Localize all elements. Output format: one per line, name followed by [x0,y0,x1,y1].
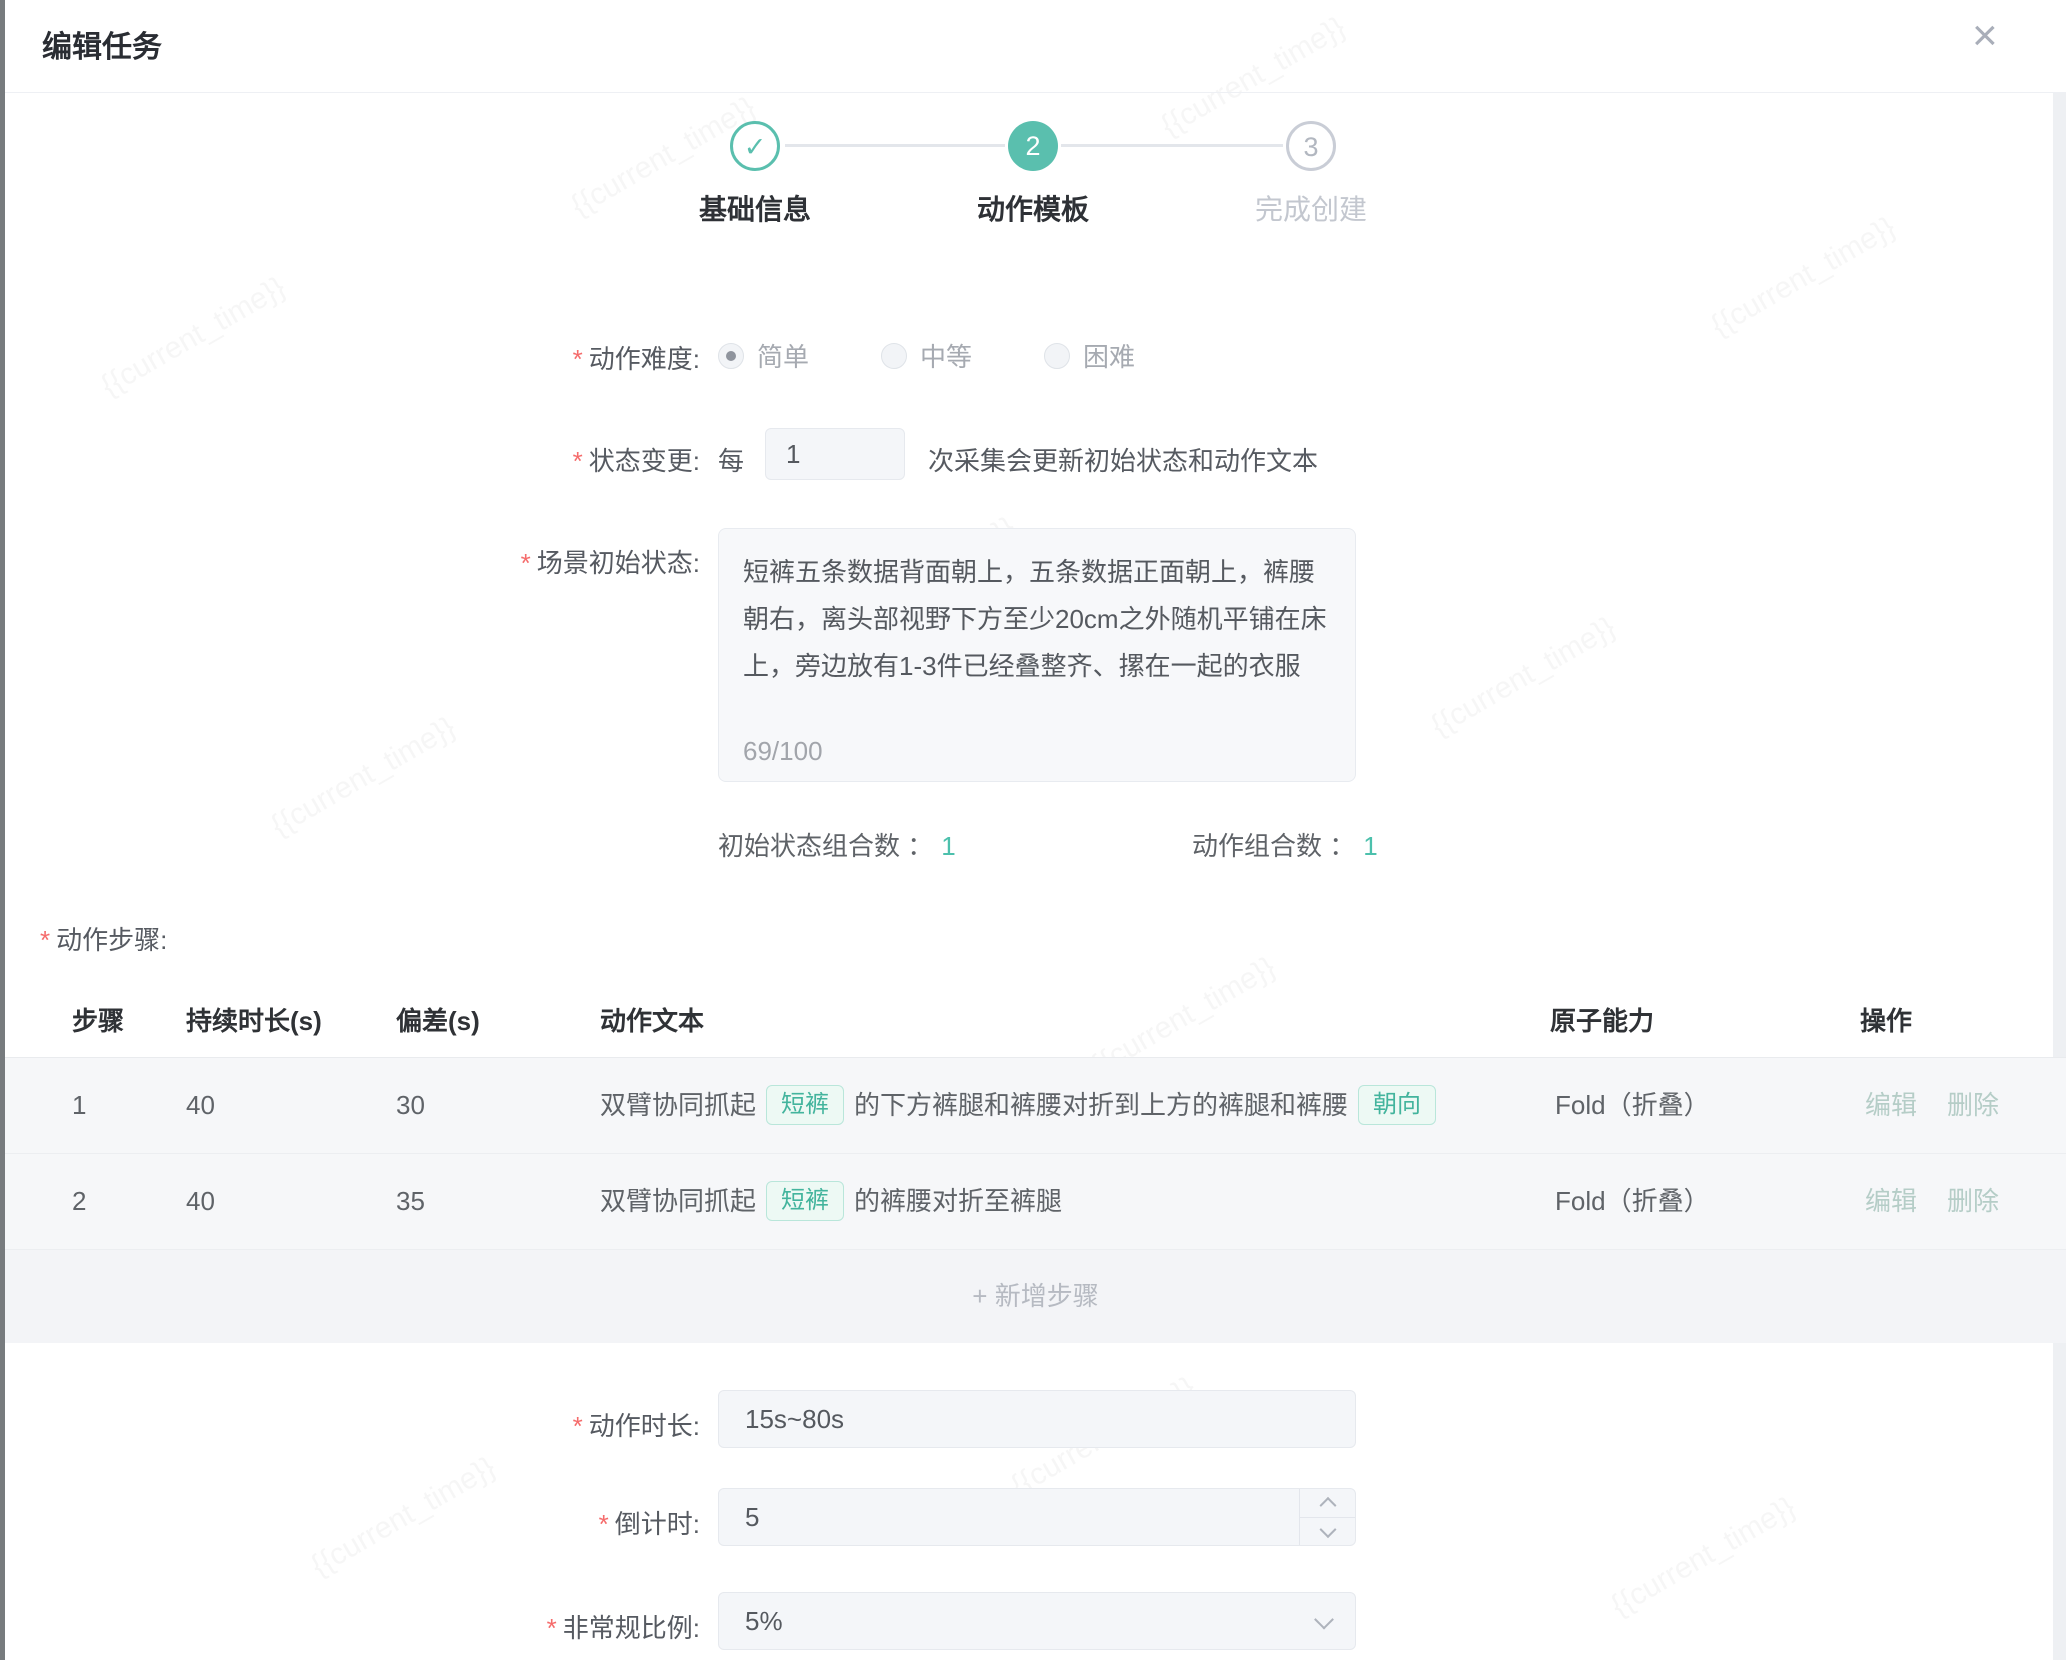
col-header-text: 动作文本 [600,985,704,1058]
chevron-up-icon [1319,1497,1336,1514]
decrement-button[interactable] [1300,1517,1355,1545]
cell-step: 1 [72,1058,86,1153]
header-divider [5,92,2066,93]
unusual-ratio-value: 5% [745,1606,783,1636]
page-left-edge [0,0,5,1660]
step-connector [785,144,1005,147]
cell-ability: Fold（折叠） [1555,1154,1710,1249]
initial-state-text: 短裤五条数据背面朝上，五条数据正面朝上，裤腰朝右，离头部视野下方至少20cm之外… [743,549,1333,690]
initial-state-textarea[interactable]: 短裤五条数据背面朝上，五条数据正面朝上，裤腰朝右，离头部视野下方至少20cm之外… [718,528,1356,782]
delete-link[interactable]: 删除 [1947,1186,1999,1216]
state-change-prefix: 每 [718,441,744,478]
table-row: 1 40 30 双臂协同抓起短裤的下方裤腿和裤腰对折到上方的裤腿和裤腰朝向 Fo… [5,1058,2066,1154]
orientation-tag: 朝向 [1358,1085,1436,1125]
radio-label: 中等 [920,337,972,374]
cell-action-text: 双臂协同抓起短裤的裤腰对折至裤腿 [600,1154,1062,1249]
cell-duration: 40 [186,1058,215,1153]
initial-combo-value: 1 [941,831,955,861]
duration-input[interactable]: 15s~80s [718,1390,1356,1448]
close-icon[interactable]: × [1972,14,1998,58]
radio-icon [1044,343,1070,369]
chevron-down-icon [1314,1610,1334,1630]
difficulty-label: *动作难度: [280,339,700,376]
radio-icon [718,343,744,369]
state-change-label: *状态变更: [280,441,700,478]
required-mark: * [521,548,531,578]
cell-ability: Fold（折叠） [1555,1058,1710,1153]
col-header-step: 步骤 [72,985,124,1058]
step-2-circle[interactable]: 2 [1008,121,1058,171]
dialog-scrollbar[interactable] [2053,93,2066,1660]
countdown-input[interactable]: 5 [718,1488,1356,1546]
edit-link[interactable]: 编辑 [1865,1186,1917,1216]
radio-option-hard[interactable]: 困难 [1044,337,1135,374]
step-3-circle[interactable]: 3 [1286,121,1336,171]
watermark-text: {{current_time}} [265,711,461,844]
required-mark: * [547,1613,557,1643]
cell-deviation: 30 [396,1058,425,1153]
edit-link[interactable]: 编辑 [1865,1090,1917,1120]
add-step-button[interactable]: + 新增步骤 [5,1250,2066,1343]
required-mark: * [573,1411,583,1441]
dialog-title: 编辑任务 [42,22,162,66]
col-header-duration: 持续时长(s) [186,985,322,1058]
step-2-number: 2 [1025,131,1040,161]
delete-link[interactable]: 删除 [1947,1090,1999,1120]
radio-option-easy[interactable]: 简单 [718,337,809,374]
action-combo-value: 1 [1363,831,1377,861]
action-steps-label: *动作步骤: [40,920,167,957]
object-tag: 短裤 [766,1085,844,1125]
radio-label: 困难 [1083,337,1135,374]
watermark-text: {{current_time}} [1605,1491,1801,1624]
watermark-text: {{current_time}} [95,271,291,404]
unusual-ratio-label: *非常规比例: [280,1608,700,1645]
cell-actions: 编辑删除 [1865,1058,1999,1153]
watermark-text: {{current_time}} [1425,611,1621,744]
radio-icon [881,343,907,369]
check-icon: ✓ [744,132,767,162]
state-change-input[interactable]: 1 [765,428,905,480]
radio-label: 简单 [757,337,809,374]
step-connector [1061,144,1283,147]
col-header-actions: 操作 [1860,985,1912,1058]
difficulty-radio-group: 简单 中等 困难 [718,337,1207,374]
action-combo-count: 动作组合数 ：1 [1192,826,1378,863]
cell-actions: 编辑删除 [1865,1154,1999,1249]
required-mark: * [573,446,583,476]
step-2-label: 动作模板 [913,188,1153,228]
required-mark: * [599,1509,609,1539]
countdown-label: *倒计时: [280,1504,700,1541]
required-mark: * [40,925,50,955]
step-1-label: 基础信息 [635,188,875,228]
object-tag: 短裤 [766,1181,844,1221]
table-row: 2 40 35 双臂协同抓起短裤的裤腰对折至裤腿 Fold（折叠） 编辑删除 [5,1154,2066,1250]
step-3-number: 3 [1303,132,1318,162]
watermark-text: {{current_time}} [1705,211,1901,344]
initial-combo-count: 初始状态组合数 ：1 [718,826,956,863]
step-1-circle[interactable]: ✓ [730,121,780,171]
unusual-ratio-select[interactable]: 5% [718,1592,1356,1650]
cell-deviation: 35 [396,1154,425,1249]
chevron-down-icon [1319,1521,1336,1538]
cell-step: 2 [72,1154,86,1249]
col-header-deviation: 偏差(s) [396,985,480,1058]
number-stepper [1299,1489,1355,1545]
required-mark: * [573,344,583,374]
char-counter: 69/100 [743,736,823,767]
radio-option-medium[interactable]: 中等 [881,337,972,374]
increment-button[interactable] [1300,1489,1355,1517]
step-3-label: 完成创建 [1191,188,1431,228]
col-header-ability: 原子能力 [1550,985,1654,1058]
edit-task-dialog: {{current_time}} {{current_time}} {{curr… [0,0,2066,1660]
state-change-suffix: 次采集会更新初始状态和动作文本 [928,441,1318,478]
countdown-value: 5 [745,1502,759,1532]
cell-action-text: 双臂协同抓起短裤的下方裤腿和裤腰对折到上方的裤腿和裤腰朝向 [600,1058,1446,1153]
duration-label: *动作时长: [280,1406,700,1443]
initial-state-label: *场景初始状态: [280,543,700,580]
cell-duration: 40 [186,1154,215,1249]
